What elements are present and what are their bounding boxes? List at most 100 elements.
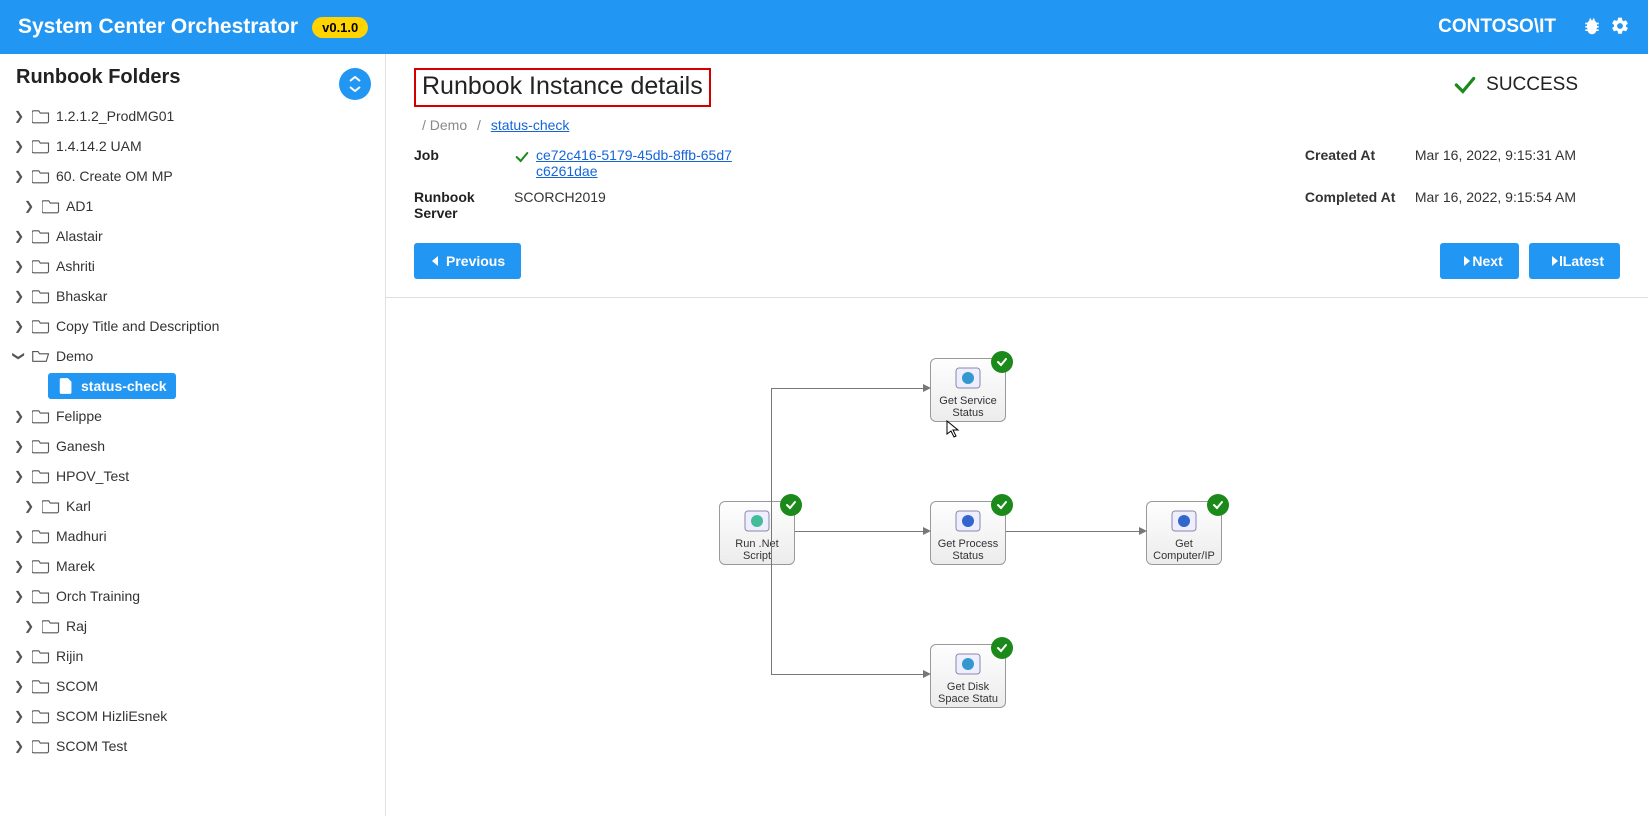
chevron-right-icon[interactable]: ❯ bbox=[12, 409, 26, 423]
version-badge: v0.1.0 bbox=[312, 17, 368, 38]
chevron-right-icon[interactable]: ❯ bbox=[12, 709, 26, 723]
chevron-right-icon[interactable]: ❯ bbox=[12, 169, 26, 183]
folder-tree[interactable]: ❯ 1.2.1.2_ProdMG01 ❯ 1.4.14.2 UAM ❯60. Creat… bbox=[0, 97, 385, 816]
folder-label: SCOM Test bbox=[56, 738, 127, 754]
folder-row[interactable]: ❯SCOM bbox=[0, 671, 385, 701]
folder-row[interactable]: ❯ Karl bbox=[0, 491, 385, 521]
settings-icon[interactable] bbox=[1610, 16, 1630, 39]
chevron-right-icon[interactable]: ❯ bbox=[12, 109, 26, 123]
chevron-right-icon[interactable]: ❯ bbox=[12, 589, 26, 603]
runbook-label: status-check bbox=[81, 378, 167, 394]
breadcrumb-leaf[interactable]: status-check bbox=[491, 117, 570, 133]
folder-label: Copy Title and Description bbox=[56, 318, 219, 334]
folder-label: Ganesh bbox=[56, 438, 105, 454]
folder-row[interactable]: ❯ Madhuri bbox=[0, 521, 385, 551]
chevron-right-icon[interactable]: ❯ bbox=[22, 199, 36, 213]
app-header: System Center Orchestrator v0.1.0 CONTOS… bbox=[0, 0, 1648, 54]
folder-label: Demo bbox=[56, 348, 93, 364]
breadcrumb-folder[interactable]: Demo bbox=[430, 117, 467, 133]
folder-label: 1.4.14.2 UAM bbox=[56, 138, 142, 154]
folder-label: Alastair bbox=[56, 228, 103, 244]
workflow-node-get-proc[interactable]: Get Process Status bbox=[930, 501, 1006, 565]
chevron-right-icon[interactable]: ❯ bbox=[12, 139, 26, 153]
sidebar-title: Runbook Folders bbox=[0, 54, 385, 97]
folder-row[interactable]: ❯Ashriti bbox=[0, 251, 385, 281]
workflow-node-label: Get Service Status bbox=[933, 395, 1003, 419]
folder-row[interactable]: ❯ Marek bbox=[0, 551, 385, 581]
folder-row[interactable]: ❯ SCOM Test bbox=[0, 731, 385, 761]
current-user: CONTOSO\IT bbox=[1438, 16, 1556, 38]
next-button[interactable]: Next bbox=[1440, 243, 1518, 279]
runbook-item[interactable]: status-check bbox=[0, 371, 385, 401]
chevron-right-icon[interactable]: ❯ bbox=[12, 559, 26, 573]
folder-label: Rijin bbox=[56, 648, 83, 664]
folder-label: Karl bbox=[66, 498, 91, 514]
folder-row[interactable]: ❯Orch Training bbox=[0, 581, 385, 611]
next-button-label: Next bbox=[1472, 253, 1502, 269]
status-text: SUCCESS bbox=[1486, 74, 1578, 96]
workflow-node-label: Get Disk Space Statu bbox=[933, 681, 1003, 705]
chevron-right-icon[interactable]: ❯ bbox=[12, 229, 26, 243]
chevron-right-icon[interactable]: ❯ bbox=[22, 499, 36, 513]
chevron-right-icon[interactable]: ❯ bbox=[22, 619, 36, 633]
sidebar: Runbook Folders ❯ 1.2.1.2_ProdMG01 ❯ 1.4.14… bbox=[0, 54, 386, 816]
chevron-right-icon[interactable]: ❯ bbox=[12, 319, 26, 333]
mouse-cursor-icon bbox=[946, 420, 960, 438]
breadcrumb-root: / bbox=[422, 117, 426, 133]
job-id-link[interactable]: ce72c416-5179-45db-8ffb-65d7c6261dae bbox=[536, 147, 736, 179]
folder-label: Marek bbox=[56, 558, 95, 574]
chevron-right-icon[interactable]: ❯ bbox=[12, 649, 26, 663]
chevron-right-icon[interactable]: ❯ bbox=[12, 349, 26, 363]
created-value: Mar 16, 2022, 9:15:31 AM bbox=[1415, 147, 1576, 179]
chevron-right-icon[interactable]: ❯ bbox=[12, 439, 26, 453]
server-label: Runbook Server bbox=[414, 189, 514, 221]
created-label: Created At bbox=[1305, 147, 1415, 179]
folder-row[interactable]: ❯60. Create OM MP bbox=[0, 161, 385, 191]
folder-row[interactable]: ❯Raj bbox=[0, 611, 385, 641]
chevron-right-icon[interactable]: ❯ bbox=[12, 739, 26, 753]
folder-row[interactable]: ❯ 1.2.1.2_ProdMG01 bbox=[0, 101, 385, 131]
folder-label: Felippe bbox=[56, 408, 102, 424]
workflow-canvas[interactable]: Run .Net Script Get Service Status Get Pro… bbox=[386, 314, 1648, 794]
latest-button[interactable]: Latest bbox=[1529, 243, 1620, 279]
previous-button[interactable]: Previous bbox=[414, 243, 521, 279]
success-badge-icon bbox=[1207, 494, 1229, 516]
breadcrumb: / Demo / status-check bbox=[422, 117, 1620, 133]
folder-row[interactable]: ❯ SCOM HizliEsnek bbox=[0, 701, 385, 731]
folder-row[interactable]: ❯ AD1 bbox=[0, 191, 385, 221]
status-badge: SUCCESS bbox=[1452, 72, 1578, 98]
folder-label: 1.2.1.2_ProdMG01 bbox=[56, 108, 174, 124]
completed-label: Completed At bbox=[1305, 189, 1415, 221]
previous-button-label: Previous bbox=[446, 253, 505, 269]
folder-label: SCOM HizliEsnek bbox=[56, 708, 167, 724]
folder-row[interactable]: ❯Bhaskar bbox=[0, 281, 385, 311]
chevron-right-icon[interactable]: ❯ bbox=[12, 529, 26, 543]
job-label: Job bbox=[414, 147, 514, 163]
workflow-node-label: Get Process Status bbox=[933, 538, 1003, 562]
workflow-node-get-svc[interactable]: Get Service Status bbox=[930, 358, 1006, 422]
details-title-highlight: Runbook Instance details bbox=[414, 68, 711, 107]
completed-value: Mar 16, 2022, 9:15:54 AM bbox=[1415, 189, 1576, 221]
folder-label: HPOV_Test bbox=[56, 468, 129, 484]
folder-row[interactable]: ❯ Copy Title and Description bbox=[0, 311, 385, 341]
workflow-node-label: Get Computer/IP bbox=[1149, 538, 1219, 562]
folder-row[interactable]: ❯ HPOV_Test bbox=[0, 461, 385, 491]
bug-icon[interactable] bbox=[1582, 16, 1602, 39]
chevron-right-icon[interactable]: ❯ bbox=[12, 289, 26, 303]
folder-row[interactable]: ❯ Ganesh bbox=[0, 431, 385, 461]
chevron-right-icon[interactable]: ❯ bbox=[12, 679, 26, 693]
workflow-node-run-net[interactable]: Run .Net Script bbox=[719, 501, 795, 565]
chevron-right-icon[interactable]: ❯ bbox=[12, 469, 26, 483]
folder-row[interactable]: ❯ Felippe bbox=[0, 401, 385, 431]
folder-label: Madhuri bbox=[56, 528, 107, 544]
folder-row[interactable]: ❯ Rijin bbox=[0, 641, 385, 671]
folder-label: AD1 bbox=[66, 198, 93, 214]
collapse-sidebar-button[interactable] bbox=[339, 68, 371, 100]
folder-row[interactable]: ❯ 1.4.14.2 UAM bbox=[0, 131, 385, 161]
chevron-right-icon[interactable]: ❯ bbox=[12, 259, 26, 273]
workflow-node-get-comp[interactable]: Get Computer/IP bbox=[1146, 501, 1222, 565]
check-icon bbox=[514, 149, 530, 165]
folder-row[interactable]: ❯ Alastair bbox=[0, 221, 385, 251]
folder-row[interactable]: ❯ Demo bbox=[0, 341, 385, 371]
workflow-node-get-disk[interactable]: Get Disk Space Statu bbox=[930, 644, 1006, 708]
